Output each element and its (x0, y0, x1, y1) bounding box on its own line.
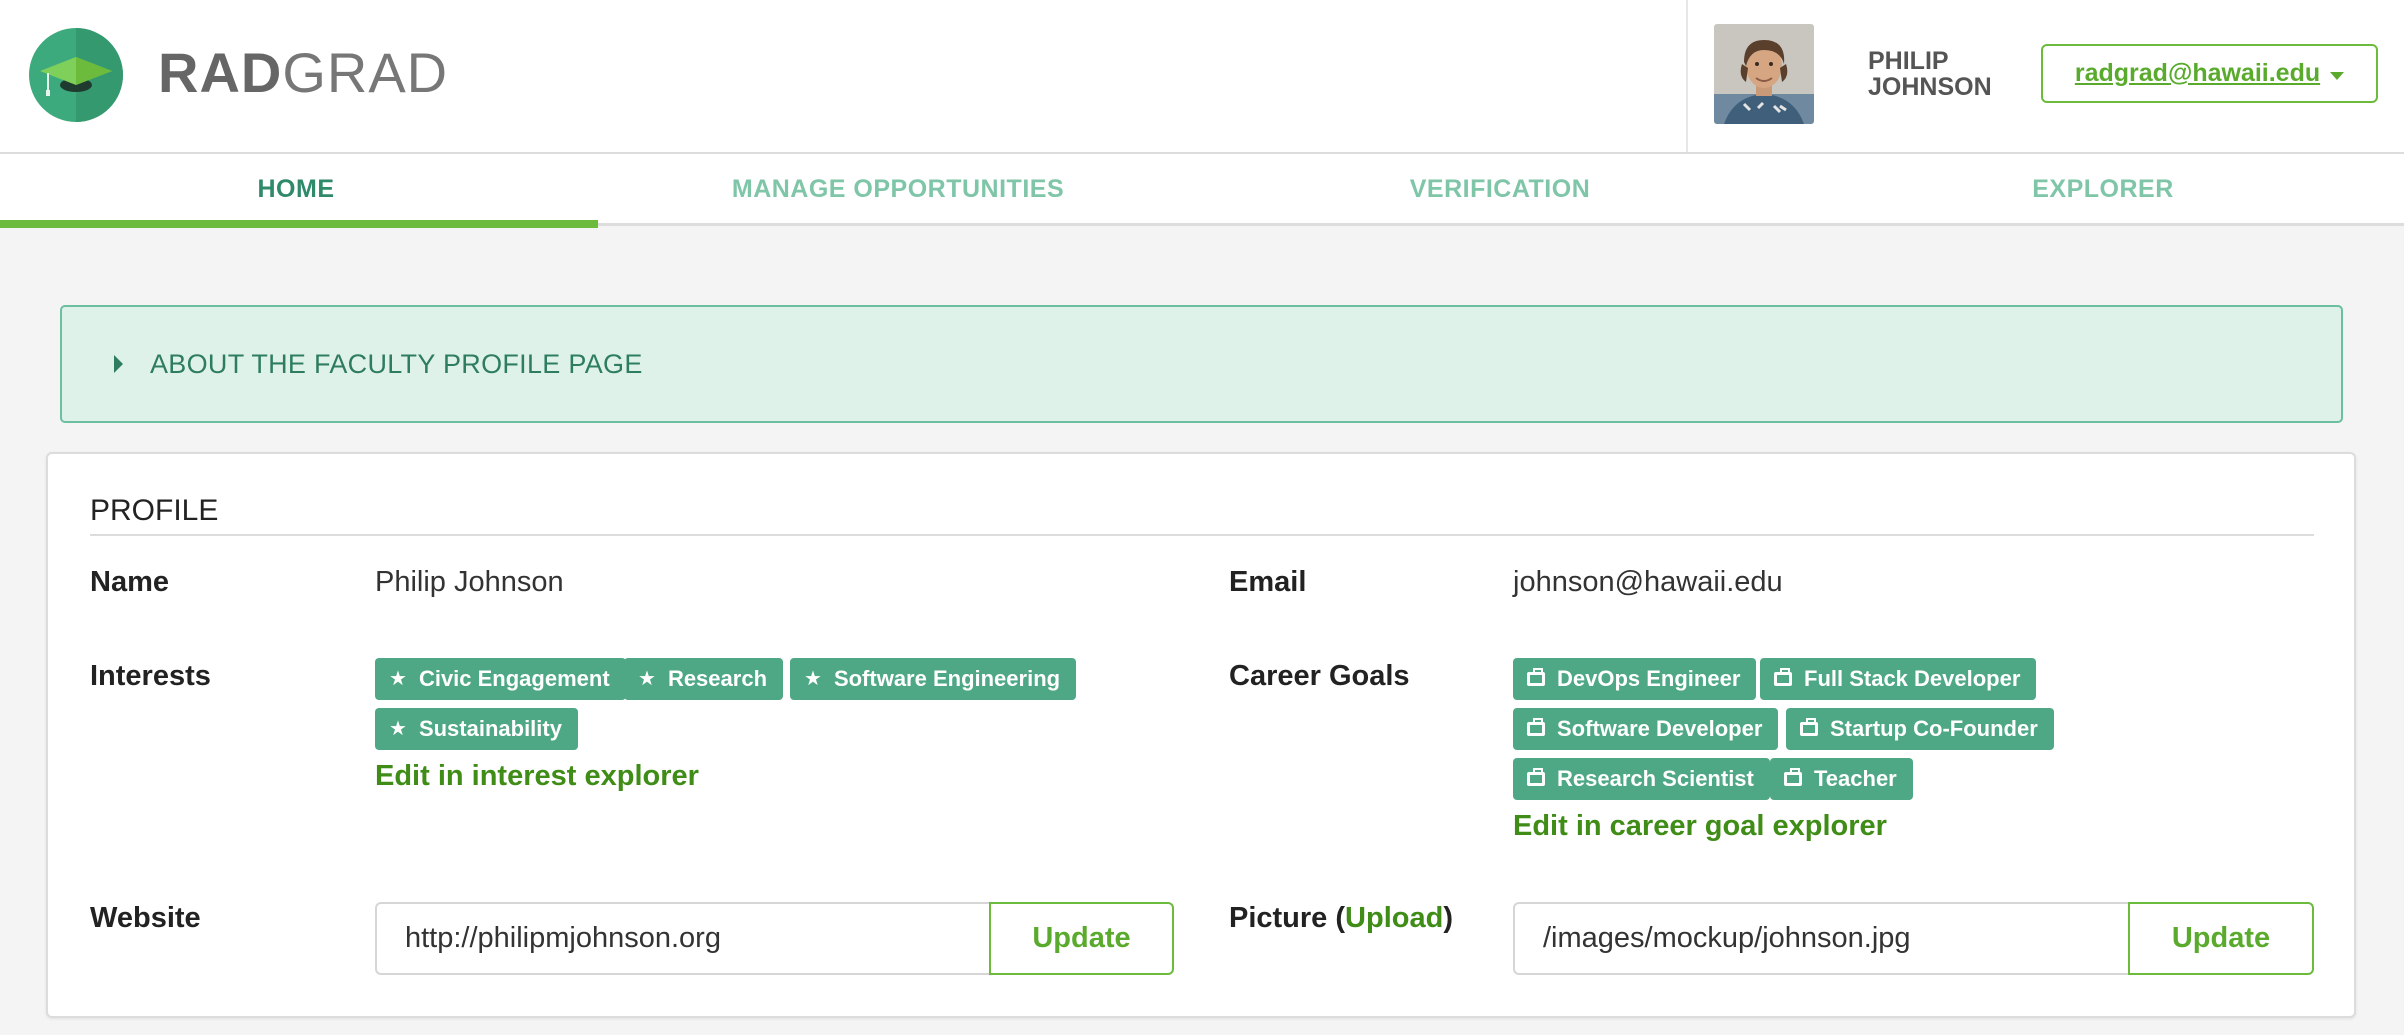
career-goal-tag[interactable]: Teacher (1770, 758, 1913, 800)
title-divider (90, 534, 2314, 536)
user-name: PHILIP JOHNSON (1868, 48, 2028, 100)
header-divider (1686, 0, 1688, 152)
email-label: Email (1229, 566, 1307, 598)
briefcase-icon (1800, 718, 1818, 736)
tab-verification[interactable]: VERIFICATION (1198, 154, 1802, 225)
caret-down-icon (2330, 71, 2345, 80)
career-goal-tag[interactable]: DevOps Engineer (1513, 658, 1757, 700)
user-first-name: PHILIP (1868, 47, 1949, 75)
briefcase-icon (1527, 718, 1545, 736)
picture-label: Picture (Upload) (1229, 902, 1453, 934)
tab-home[interactable]: HOME (0, 154, 592, 225)
edit-career-goals-link[interactable]: Edit in career goal explorer (1513, 810, 1887, 843)
avatar[interactable] (1714, 24, 1814, 124)
account-dropdown-button[interactable]: radgrad@hawaii.edu (2041, 44, 2378, 103)
picture-update-button[interactable]: Update (2128, 902, 2314, 975)
profile-title: PROFILE (90, 494, 219, 527)
main-nav: HOME MANAGE OPPORTUNITIES VERIFICATION E… (0, 152, 2404, 228)
email-value: johnson@hawaii.edu (1513, 566, 1783, 598)
interest-tag[interactable]: ★ Software Engineering (790, 658, 1077, 700)
website-input-group: Update (375, 902, 1174, 975)
interest-tag[interactable]: ★ Civic Engagement (375, 658, 626, 700)
brand-name: RADGRAD (158, 41, 449, 104)
account-email: radgrad@hawaii.edu (2074, 59, 2321, 87)
briefcase-icon (1527, 668, 1545, 686)
career-goals-label: Career Goals (1229, 660, 1410, 692)
interest-tag[interactable]: ★ Research (624, 658, 784, 700)
website-update-button[interactable]: Update (989, 902, 1174, 975)
interests-label: Interests (90, 660, 211, 692)
briefcase-icon (1774, 668, 1792, 686)
career-goal-tag[interactable]: Research Scientist (1513, 758, 1770, 800)
career-goal-tag[interactable]: Software Developer (1513, 708, 1779, 750)
profile-card: PROFILE Name Philip Johnson Email johnso… (46, 452, 2356, 1018)
star-icon: ★ (804, 668, 822, 690)
star-icon: ★ (389, 718, 407, 740)
career-goal-tag[interactable]: Full Stack Developer (1760, 658, 2037, 700)
tab-explorer[interactable]: EXPLORER (1802, 154, 2404, 225)
radgrad-logo-icon[interactable] (28, 27, 124, 123)
user-last-name: JOHNSON (1868, 73, 1992, 101)
about-accordion-title: ABOUT THE FACULTY PROFILE PAGE (150, 349, 643, 379)
caret-right-icon (114, 355, 123, 373)
name-value: Philip Johnson (375, 566, 564, 598)
picture-input-group: Update (1513, 902, 2314, 975)
website-label: Website (90, 902, 201, 934)
picture-path-input[interactable] (1513, 902, 2128, 975)
briefcase-icon (1784, 768, 1802, 786)
edit-interests-link[interactable]: Edit in interest explorer (375, 760, 699, 793)
name-label: Name (90, 566, 169, 598)
upload-picture-link[interactable]: Upload (1345, 902, 1443, 934)
app-header: RADGRAD PHILIP JOHNSON radgrad@hawaii.ed… (0, 0, 2404, 152)
career-goal-tag[interactable]: Startup Co-Founder (1786, 708, 2054, 750)
active-tab-indicator (0, 220, 598, 228)
star-icon: ★ (389, 668, 407, 690)
website-input[interactable] (375, 902, 989, 975)
star-icon: ★ (638, 668, 656, 690)
briefcase-icon (1527, 768, 1545, 786)
interest-tag[interactable]: ★ Sustainability (375, 708, 578, 750)
tab-manage-opportunities[interactable]: MANAGE OPPORTUNITIES (598, 154, 1198, 225)
about-accordion[interactable]: ABOUT THE FACULTY PROFILE PAGE (60, 305, 2343, 423)
